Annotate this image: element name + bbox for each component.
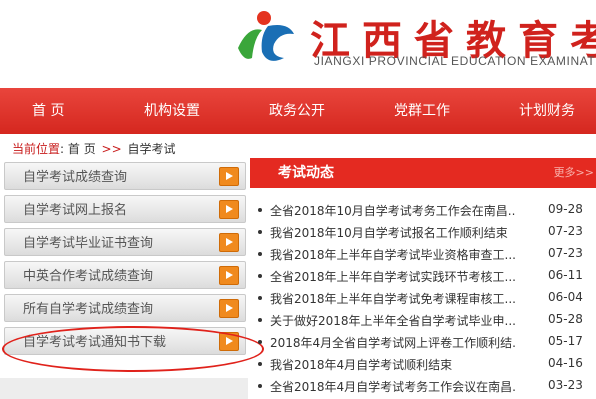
logo-text-en: JIANGXI PROVINCIAL EDUCATION EXAMINAT (314, 54, 596, 68)
breadcrumb-current: 自学考试 (127, 142, 176, 156)
more-link[interactable]: 更多>> (554, 158, 594, 188)
news-item[interactable]: 我省2018年上半年自学考试免考课程审核工... 06-04 (250, 288, 596, 308)
news-item-date: 05-17 (548, 334, 583, 348)
sidebar-footer (0, 378, 248, 399)
sidebar-item-certificate-query[interactable]: 自学考试毕业证书查询 (4, 228, 246, 256)
sidebar-item-score-query[interactable]: 自学考试成绩查询 (4, 162, 246, 190)
news-item[interactable]: 我省2018年10月自学考试报名工作顺利结束 07-23 (250, 222, 596, 242)
bullet-icon (258, 384, 262, 388)
news-item[interactable]: 全省2018年10月自学考试考务工作会在南昌... 09-28 (250, 200, 596, 220)
news-item[interactable]: 关于做好2018年上半年全省自学考试毕业申... 05-28 (250, 310, 596, 330)
news-item[interactable]: 全省2018年上半年自学考试实践环节考核工... 06-11 (250, 266, 596, 286)
bullet-icon (258, 340, 262, 344)
news-panel-header: 考试动态 更多>> (250, 158, 596, 188)
arrow-right-icon (219, 266, 239, 285)
nav-item-party-work[interactable]: 党群工作 (394, 88, 450, 134)
arrow-right-icon (219, 167, 239, 186)
news-item-title[interactable]: 我省2018年10月自学考试报名工作顺利结束 (270, 224, 516, 241)
sidebar-item-label: 所有自学考试成绩查询 (23, 302, 154, 317)
site-header: 江西省教育考 JIANGXI PROVINCIAL EDUCATION EXAM… (0, 0, 596, 88)
news-item-title[interactable]: 2018年4月全省自学考试网上评卷工作顺利结... (270, 334, 516, 351)
bullet-icon (258, 362, 262, 366)
news-item-date: 06-11 (548, 268, 583, 282)
news-item-date: 06-04 (548, 290, 583, 304)
sidebar-item-label: 自学考试网上报名 (23, 203, 128, 218)
news-item-date: 03-23 (548, 378, 583, 392)
news-item-title[interactable]: 关于做好2018年上半年全省自学考试毕业申... (270, 312, 516, 329)
news-item-date: 07-23 (548, 224, 583, 238)
arrow-right-icon (219, 299, 239, 318)
bullet-icon (258, 274, 262, 278)
highlight-circle (2, 326, 264, 372)
nav-item-home[interactable]: 首 页 (32, 88, 64, 134)
news-item-date: 05-28 (548, 312, 583, 326)
nav-item-organization[interactable]: 机构设置 (144, 88, 200, 134)
arrow-right-icon (219, 200, 239, 219)
news-item-title[interactable]: 我省2018年上半年自学考试毕业资格审查工... (270, 246, 516, 263)
bullet-icon (258, 296, 262, 300)
breadcrumb: 当前位置: 首 页 >> 自学考试 (12, 142, 176, 156)
breadcrumb-label: 当前位置 (12, 142, 61, 156)
news-item-title[interactable]: 我省2018年上半年自学考试免考课程审核工... (270, 290, 516, 307)
news-item-date: 09-28 (548, 202, 583, 216)
news-panel-title: 考试动态 (278, 165, 334, 181)
breadcrumb-home-link[interactable]: 首 页 (68, 142, 96, 156)
news-item-title[interactable]: 全省2018年4月自学考试考务工作会议在南昌... (270, 378, 516, 395)
bullet-icon (258, 230, 262, 234)
sidebar-item-sino-british-score-query[interactable]: 中英合作考试成绩查询 (4, 261, 246, 289)
sidebar-item-label: 自学考试毕业证书查询 (23, 236, 154, 251)
news-item-title[interactable]: 我省2018年4月自学考试顺利结束 (270, 356, 516, 373)
nav-item-government-affairs[interactable]: 政务公开 (269, 88, 325, 134)
breadcrumb-separator: >> (101, 142, 122, 156)
news-item-title[interactable]: 全省2018年上半年自学考试实践环节考核工... (270, 268, 516, 285)
sidebar-item-online-registration[interactable]: 自学考试网上报名 (4, 195, 246, 223)
news-item-date: 07-23 (548, 246, 583, 260)
news-item[interactable]: 我省2018年4月自学考试顺利结束 04-16 (250, 354, 596, 374)
bullet-icon (258, 252, 262, 256)
sidebar-item-label: 中英合作考试成绩查询 (23, 269, 154, 284)
sidebar-item-all-score-query[interactable]: 所有自学考试成绩查询 (4, 294, 246, 322)
bullet-icon (258, 318, 262, 322)
nav-item-planning-finance[interactable]: 计划财务 (519, 88, 575, 134)
sidebar-item-label: 自学考试成绩查询 (23, 170, 128, 185)
news-item-date: 04-16 (548, 356, 583, 370)
logo-icon (238, 11, 294, 61)
news-item[interactable]: 2018年4月全省自学考试网上评卷工作顺利结... 05-17 (250, 332, 596, 352)
news-item-title[interactable]: 全省2018年10月自学考试考务工作会在南昌... (270, 202, 516, 219)
news-item[interactable]: 我省2018年上半年自学考试毕业资格审查工... 07-23 (250, 244, 596, 264)
bullet-icon (258, 208, 262, 212)
main-nav: 首 页 机构设置 政务公开 党群工作 计划财务 (0, 88, 596, 134)
arrow-right-icon (219, 233, 239, 252)
news-item[interactable]: 全省2018年4月自学考试考务工作会议在南昌... 03-23 (250, 376, 596, 396)
